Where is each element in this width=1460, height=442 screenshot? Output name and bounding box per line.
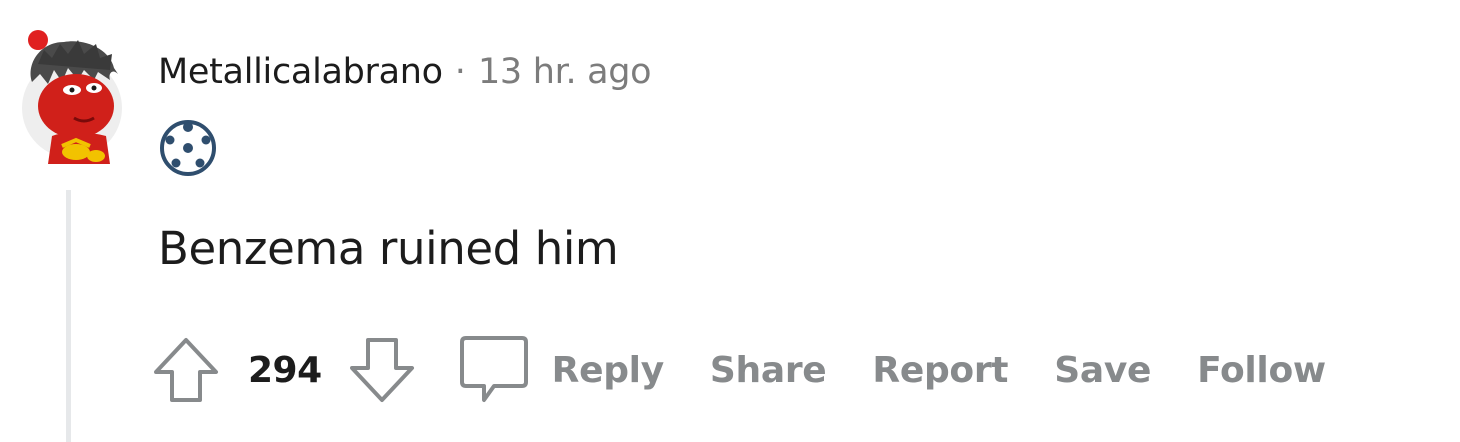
separator-dot: · [454, 52, 466, 92]
vote-score: 294 [248, 349, 322, 391]
user-avatar-icon[interactable] [14, 24, 126, 164]
reply-button[interactable]: Reply [552, 350, 665, 391]
comment-action-bar: 294 Reply Share Report Save Follow [150, 330, 1326, 410]
thread-collapse-line[interactable] [66, 190, 71, 442]
follow-button[interactable]: Follow [1197, 350, 1326, 391]
comment-body: Benzema ruined him [158, 222, 619, 275]
timestamp[interactable]: 13 hr. ago [478, 52, 652, 92]
save-button[interactable]: Save [1054, 350, 1151, 391]
share-button[interactable]: Share [710, 350, 827, 391]
downvote-arrow-icon[interactable] [346, 334, 418, 406]
comment-bubble-icon[interactable] [456, 330, 532, 410]
upvote-arrow-icon[interactable] [150, 334, 222, 406]
report-button[interactable]: Report [872, 350, 1008, 391]
username-link[interactable]: Metallicalabrano [158, 52, 443, 92]
soccer-ball-icon [160, 120, 216, 176]
comment-header: Metallicalabrano · 13 hr. ago [158, 48, 652, 96]
comment: Metallicalabrano · 13 hr. ago Benzema ru… [0, 0, 1460, 442]
